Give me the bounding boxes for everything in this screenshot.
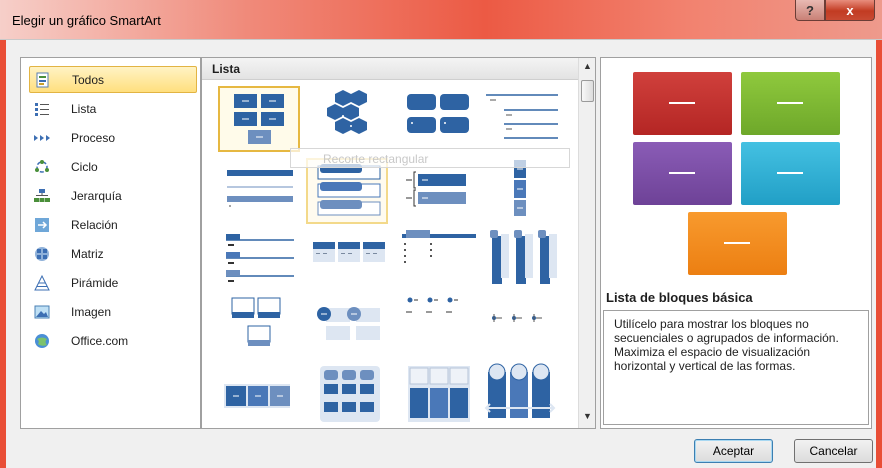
layout-thumbnail-horizontal-bars[interactable] — [218, 158, 300, 224]
category-label: Proceso — [71, 130, 116, 145]
preview-block-dash — [669, 172, 695, 174]
category-item-relacion[interactable]: Relación — [29, 211, 197, 238]
preview-block-dash — [777, 172, 803, 174]
preview-block-green — [741, 72, 840, 135]
preview-block-dash — [669, 102, 695, 104]
layout-thumbnail-rounded-blocks[interactable] — [400, 86, 482, 152]
preview-block-purple — [633, 142, 732, 205]
layout-thumbnail-picture-caption-list[interactable] — [218, 294, 300, 360]
hierarchy-icon — [33, 187, 51, 205]
window-border-left — [0, 40, 6, 468]
category-label: Ciclo — [71, 159, 98, 174]
preview-block-orange — [688, 212, 787, 275]
layout-thumbnail-grouped-list[interactable] — [310, 226, 392, 292]
layout-gallery: Lista ▲ ▼ — [201, 57, 596, 429]
list-icon — [33, 100, 51, 118]
category-item-piramide[interactable]: Pirámide — [29, 269, 197, 296]
layout-thumbnail-dotted-list[interactable] — [400, 294, 482, 360]
scrollbar-thumb[interactable] — [581, 80, 594, 102]
layout-thumbnail-basic-block-list[interactable] — [218, 86, 300, 152]
category-label: Relación — [71, 217, 118, 232]
layout-thumbnail-lined-list[interactable] — [482, 86, 564, 152]
layout-thumbnail-horizontal-block-row[interactable] — [218, 362, 300, 428]
window-border-right — [876, 40, 882, 468]
gallery-scrollbar[interactable]: ▲ ▼ — [578, 58, 595, 428]
cycle-icon — [33, 158, 51, 176]
category-label: Lista — [71, 101, 97, 116]
category-item-jerarquia[interactable]: Jerarquía — [29, 182, 197, 209]
category-item-ciclo[interactable]: Ciclo — [29, 153, 197, 180]
close-button[interactable]: x — [825, 0, 875, 21]
category-label: Office.com — [71, 333, 129, 348]
preview-title: Lista de bloques básica — [606, 290, 753, 305]
layout-thumbnail-block-grid[interactable] — [310, 362, 392, 428]
all-icon — [34, 71, 52, 89]
layout-thumbnail-hexagon-cluster[interactable] — [310, 86, 392, 152]
category-item-imagen[interactable]: Imagen — [29, 298, 197, 325]
layout-tooltip: Recorte rectangular — [290, 148, 570, 168]
preview-block-dash — [724, 242, 750, 244]
preview-block-cyan — [741, 142, 840, 205]
relationship-icon — [33, 216, 51, 234]
category-item-lista[interactable]: Lista — [29, 95, 197, 122]
process-icon — [33, 129, 51, 147]
matrix-icon — [33, 245, 51, 263]
window-title: Elegir un gráfico SmartArt — [12, 13, 161, 28]
preview-block-red — [633, 72, 732, 135]
category-list: Todos Lista Proceso Ciclo Jerarquía Rela… — [20, 57, 201, 429]
category-label: Matriz — [71, 246, 104, 261]
pyramid-icon — [33, 274, 51, 292]
category-item-proceso[interactable]: Proceso — [29, 124, 197, 151]
preview-description: Utilícelo para mostrar los bloques no se… — [603, 310, 869, 425]
layout-thumbnail-circle-arrow-columns[interactable] — [482, 362, 564, 428]
scroll-up-icon[interactable]: ▲ — [583, 61, 592, 71]
cancel-button[interactable]: Cancelar — [794, 439, 873, 463]
category-label: Pirámide — [71, 275, 119, 290]
category-label: Todos — [72, 72, 105, 87]
scroll-down-icon[interactable]: ▼ — [583, 411, 592, 421]
ok-button[interactable]: Aceptar — [694, 439, 773, 463]
category-item-todos[interactable]: Todos — [29, 66, 197, 93]
preview-block-dash — [777, 102, 803, 104]
layout-thumbnail-tab-columns[interactable] — [482, 226, 564, 292]
title-bar: Elegir un gráfico SmartArt ? x — [0, 0, 882, 40]
category-item-matriz[interactable]: Matriz — [29, 240, 197, 267]
category-label: Jerarquía — [71, 188, 122, 203]
layout-thumbnail-table-list[interactable] — [400, 226, 482, 292]
category-item-office-com[interactable]: Office.com — [29, 327, 197, 354]
picture-icon — [33, 303, 51, 321]
help-button[interactable]: ? — [795, 0, 825, 21]
gallery-section-header: Lista — [202, 58, 578, 80]
office-com-icon — [33, 332, 51, 350]
layout-thumbnail-tall-blocks[interactable] — [400, 362, 482, 428]
layout-thumbnail-arrow-dots[interactable] — [482, 294, 564, 360]
preview-panel: Lista de bloques básica Utilícelo para m… — [600, 57, 872, 429]
layout-thumbnail-circle-block-list[interactable] — [310, 294, 392, 360]
category-label: Imagen — [71, 304, 112, 319]
layout-thumbnail-stacked-list[interactable] — [218, 226, 300, 292]
